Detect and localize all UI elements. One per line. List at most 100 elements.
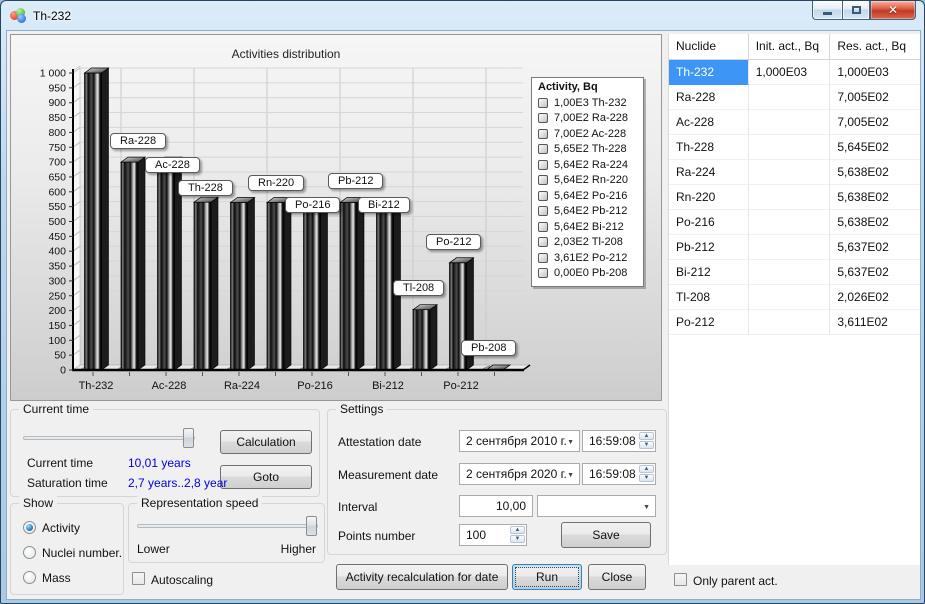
column-header-nuclide[interactable]: Nuclide xyxy=(669,34,749,59)
table-cell[interactable]: 5,645E02 xyxy=(830,135,920,160)
table-cell[interactable]: Rn-220 xyxy=(669,185,749,210)
legend-item[interactable]: 3,61E2 Po-212 xyxy=(538,250,638,266)
minimize-button[interactable] xyxy=(812,1,842,20)
legend-item[interactable]: 1,00E3 Th-232 xyxy=(538,95,638,111)
table-cell[interactable]: Pb-212 xyxy=(669,235,749,260)
table-cell[interactable]: Bi-212 xyxy=(669,260,749,285)
slider-thumb[interactable] xyxy=(183,428,194,448)
table-cell[interactable]: Tl-208 xyxy=(669,285,749,310)
down-arrow-icon[interactable]: ▼ xyxy=(639,474,654,482)
legend-item[interactable]: 7,00E2 Ac-228 xyxy=(538,126,638,142)
table-cell[interactable] xyxy=(749,260,831,285)
table-cell[interactable]: Th-228 xyxy=(669,135,749,160)
attestation-date-picker[interactable]: 2 сентября 2010 г. ▼ xyxy=(459,430,580,452)
table-cell[interactable] xyxy=(749,110,831,135)
legend-item[interactable]: 5,64E2 Ra-224 xyxy=(538,157,638,173)
down-arrow-icon[interactable]: ▼ xyxy=(639,441,654,449)
table-cell[interactable]: 5,637E02 xyxy=(830,235,920,260)
legend-item[interactable]: 5,65E2 Th-228 xyxy=(538,142,638,158)
table-cell[interactable] xyxy=(749,160,831,185)
table-cell[interactable]: 2,026E02 xyxy=(830,285,920,310)
legend-item[interactable]: 5,64E2 Rn-220 xyxy=(538,173,638,189)
legend-item-label: 1,00E3 Th-232 xyxy=(554,97,627,109)
table-row[interactable]: Po-216 5,638E02 xyxy=(669,210,920,235)
slider-groove[interactable] xyxy=(23,436,195,440)
legend-item[interactable]: 7,00E2 Ra-228 xyxy=(538,111,638,127)
table-cell[interactable]: 5,638E02 xyxy=(830,210,920,235)
interval-unit-combo[interactable]: ▼ xyxy=(537,495,656,517)
table-cell[interactable]: 5,638E02 xyxy=(830,160,920,185)
table-row[interactable]: Po-212 3,611E02 xyxy=(669,310,920,335)
interval-label: Interval xyxy=(338,500,377,514)
table-cell[interactable]: Po-212 xyxy=(669,310,749,335)
table-cell[interactable]: Ra-228 xyxy=(669,85,749,110)
current-time-slider[interactable] xyxy=(23,428,195,450)
up-arrow-icon[interactable]: ▲ xyxy=(639,432,654,440)
table-cell[interactable]: 5,638E02 xyxy=(830,185,920,210)
table-cell[interactable] xyxy=(749,185,831,210)
calculation-button[interactable]: Calculation xyxy=(220,430,312,454)
table-row[interactable]: Ra-228 7,005E02 xyxy=(669,85,920,110)
table-row[interactable]: Tl-208 2,026E02 xyxy=(669,285,920,310)
up-arrow-icon[interactable]: ▲ xyxy=(510,526,525,534)
up-arrow-icon[interactable]: ▲ xyxy=(639,465,654,473)
table-cell[interactable]: 3,611E02 xyxy=(830,310,920,335)
table-row[interactable]: Ra-224 5,638E02 xyxy=(669,160,920,185)
legend-item-label: 3,61E2 Po-212 xyxy=(554,252,627,264)
table-cell[interactable]: 5,637E02 xyxy=(830,260,920,285)
table-cell[interactable]: 7,005E02 xyxy=(830,85,920,110)
save-button[interactable]: Save xyxy=(561,522,651,548)
table-cell[interactable]: Ra-224 xyxy=(669,160,749,185)
interval-input[interactable]: 10,00 xyxy=(459,495,533,517)
table-cell[interactable] xyxy=(749,135,831,160)
speed-slider-groove[interactable] xyxy=(137,524,318,528)
maximize-button[interactable] xyxy=(842,1,870,20)
table-row[interactable]: Pb-212 5,637E02 xyxy=(669,235,920,260)
measurement-time-spinner[interactable]: 16:59:08 ▲▼ xyxy=(582,463,656,485)
autoscaling-checkbox[interactable] xyxy=(132,572,145,585)
table-row[interactable]: Bi-212 5,637E02 xyxy=(669,260,920,285)
table-cell[interactable]: 1,000E03 xyxy=(830,60,920,85)
table-cell[interactable]: 7,005E02 xyxy=(830,110,920,135)
chevron-down-icon[interactable]: ▼ xyxy=(643,504,650,511)
table-cell[interactable] xyxy=(749,310,831,335)
table-row[interactable]: Th-228 5,645E02 xyxy=(669,135,920,160)
radio-mass[interactable] xyxy=(23,571,36,584)
speed-slider-thumb[interactable] xyxy=(306,516,317,536)
table-cell[interactable] xyxy=(749,210,831,235)
legend-item[interactable]: 0,00E0 Pb-208 xyxy=(538,266,638,282)
table-row[interactable]: Ac-228 7,005E02 xyxy=(669,110,920,135)
legend-item[interactable]: 2,03E2 Tl-208 xyxy=(538,235,638,251)
titlebar[interactable]: Th-232 xyxy=(1,1,924,30)
chevron-down-icon[interactable]: ▼ xyxy=(567,439,574,446)
goto-button[interactable]: Goto xyxy=(220,465,312,489)
radio-nuclei-number[interactable] xyxy=(23,546,36,559)
only-parent-act-checkbox[interactable] xyxy=(674,573,687,586)
radio-activity[interactable] xyxy=(23,521,36,534)
activity-recalculation-button[interactable]: Activity recalculation for date xyxy=(336,564,508,590)
table-cell[interactable]: Po-216 xyxy=(669,210,749,235)
table-cell[interactable] xyxy=(749,85,831,110)
speed-slider[interactable] xyxy=(137,516,318,538)
table-cell[interactable] xyxy=(749,285,831,310)
column-header-res-act[interactable]: Res. act., Bq xyxy=(830,34,920,59)
chevron-down-icon[interactable]: ▼ xyxy=(567,472,574,479)
close-dialog-button[interactable]: Close xyxy=(588,564,646,590)
close-button[interactable]: ✕ xyxy=(870,1,916,20)
table-row[interactable]: Rn-220 5,638E02 xyxy=(669,185,920,210)
table-cell[interactable]: Ac-228 xyxy=(669,110,749,135)
table-cell[interactable]: Th-232 xyxy=(669,60,749,85)
points-number-spinner[interactable]: 100 ▲▼ xyxy=(459,524,527,546)
table-row[interactable]: Th-2321,000E031,000E03 xyxy=(669,60,920,85)
run-button[interactable]: Run xyxy=(512,564,582,590)
nuclide-table: Nuclide Init. act., Bq Res. act., Bq Th-… xyxy=(668,34,920,565)
legend-item[interactable]: 5,64E2 Bi-212 xyxy=(538,219,638,235)
legend-item[interactable]: 5,64E2 Pb-212 xyxy=(538,204,638,220)
measurement-date-picker[interactable]: 2 сентября 2020 г. ▼ xyxy=(459,463,580,485)
down-arrow-icon[interactable]: ▼ xyxy=(510,535,525,543)
attestation-time-spinner[interactable]: 16:59:08 ▲▼ xyxy=(582,430,656,452)
column-header-init-act[interactable]: Init. act., Bq xyxy=(749,34,831,59)
legend-item[interactable]: 5,64E2 Po-216 xyxy=(538,188,638,204)
table-cell[interactable]: 1,000E03 xyxy=(749,60,831,85)
table-cell[interactable] xyxy=(749,235,831,260)
